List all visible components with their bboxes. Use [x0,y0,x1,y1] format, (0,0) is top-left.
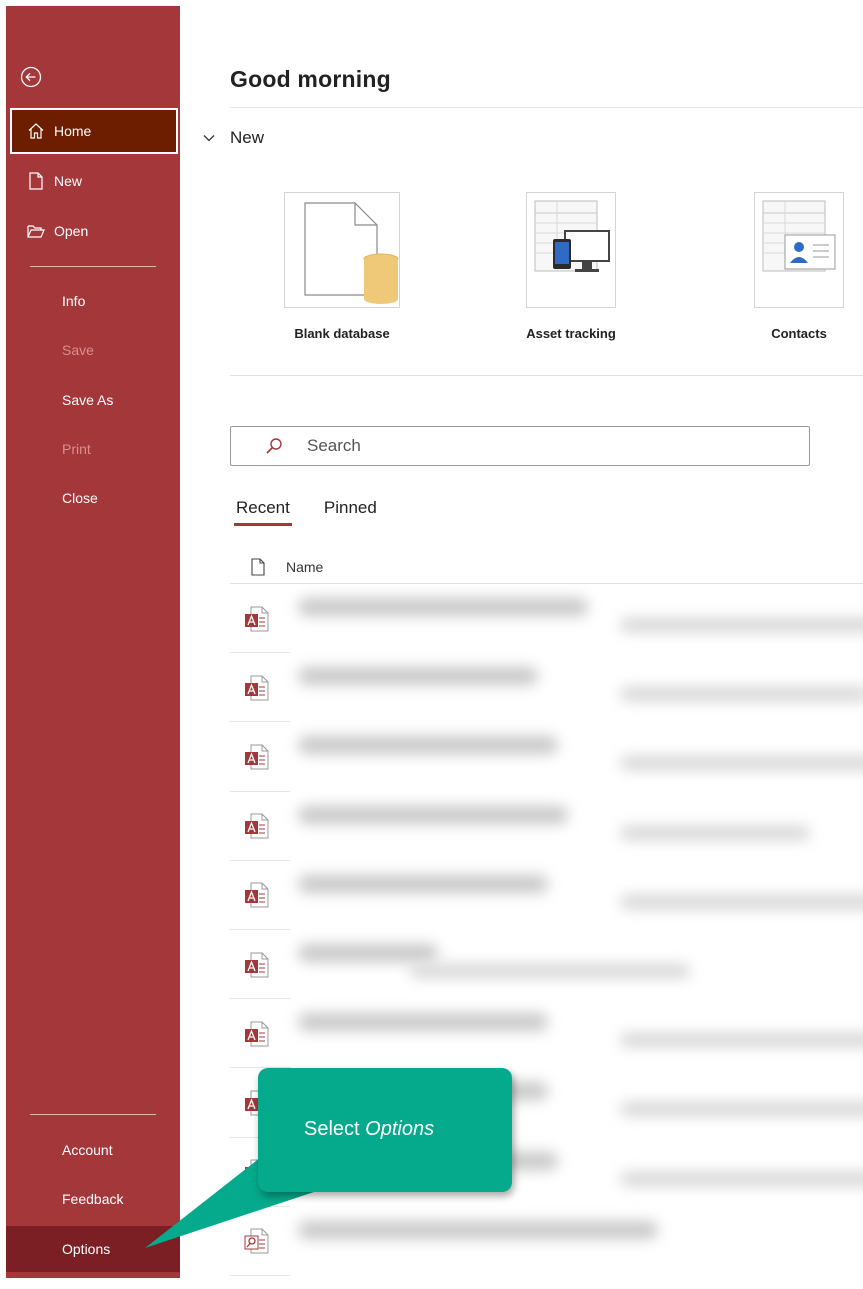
new-document-icon [26,171,46,191]
sidebar-item-home[interactable]: Home [10,108,178,154]
callout-emphasis: Options [365,1118,435,1140]
new-section-toggle[interactable]: New [202,128,264,148]
section-divider [230,375,863,376]
sidebar-item-label: Open [54,223,89,239]
backstage-sidebar: Home New Open Info Save Save As Print Cl… [6,6,180,1278]
access-file-icon [245,952,269,978]
sidebar-item-options[interactable]: Options [6,1226,180,1272]
sidebar-divider [30,266,156,267]
header-divider [230,107,863,108]
blurred-file-name [298,805,568,824]
sidebar-item-label: Account [62,1142,113,1158]
blurred-file-path [410,963,690,978]
access-file-icon [245,1021,269,1047]
list-item[interactable] [230,722,863,792]
list-item[interactable] [230,792,863,861]
access-file-icon [245,813,269,839]
blurred-file-path [620,687,863,702]
sidebar-item-label: Close [62,490,98,506]
sidebar-item-close[interactable]: Close [10,475,178,521]
blurred-file-name [298,1220,658,1239]
list-item[interactable] [230,930,863,1000]
contacts-icon [754,192,844,308]
search-input[interactable]: Search [230,426,810,466]
asset-tracking-icon [526,192,616,308]
sidebar-item-label: Home [54,123,92,139]
sidebar-item-label: Feedback [62,1191,124,1207]
list-item[interactable] [230,861,863,930]
access-file-icon [245,606,269,632]
blurred-file-path [620,756,863,771]
blank-database-icon [284,192,400,308]
access-addin-file-icon [244,1228,269,1254]
template-contacts[interactable]: Contacts [734,192,863,341]
blurred-file-path [620,1102,863,1117]
folder-open-icon [26,221,46,241]
file-list-header: Name [230,551,863,584]
page-title: Good morning [230,66,391,92]
file-list-tabs: Recent Pinned [234,498,377,526]
sidebar-item-save-as[interactable]: Save As [10,377,178,423]
instruction-callout: Select Options [258,1068,512,1192]
blurred-file-path [620,1171,863,1186]
template-label: Contacts [771,326,827,341]
sidebar-item-label: Options [62,1241,111,1257]
template-label: Asset tracking [526,326,616,341]
blurred-file-path [620,618,863,632]
sidebar-divider [30,1114,156,1115]
tab-pinned[interactable]: Pinned [324,498,377,526]
sidebar-item-print: Print [10,426,178,472]
sidebar-item-feedback[interactable]: Feedback [10,1176,178,1222]
blurred-file-name [298,874,548,893]
sidebar-item-open[interactable]: Open [10,208,178,254]
access-file-icon [245,882,269,908]
search-icon [266,438,282,454]
back-arrow-icon[interactable] [20,66,42,88]
row-divider [230,1274,290,1276]
chevron-down-icon [203,135,215,142]
sidebar-item-account[interactable]: Account [10,1127,178,1173]
home-icon [26,121,46,141]
access-file-icon [245,675,269,701]
sidebar-item-label: Info [62,293,86,309]
list-item[interactable] [230,653,863,723]
sidebar-item-info[interactable]: Info [10,278,178,324]
blurred-file-name [298,943,438,962]
blurred-file-name [298,598,588,616]
file-icon [251,558,265,576]
sidebar-item-label: Save [62,342,94,358]
access-file-icon [245,744,269,770]
sidebar-item-label: New [54,173,83,189]
sidebar-item-save: Save [10,327,178,373]
blurred-file-name [298,736,558,755]
template-blank-database[interactable]: Blank database [254,192,430,341]
template-asset-tracking[interactable]: Asset tracking [506,192,636,341]
list-item[interactable] [230,584,863,654]
sidebar-item-new[interactable]: New [10,158,178,204]
blurred-file-path [620,1033,863,1048]
list-item[interactable] [230,999,863,1069]
new-section-label: New [230,128,265,147]
sidebar-item-label: Print [62,441,91,457]
blurred-file-path [620,825,810,840]
list-item[interactable] [230,1207,863,1276]
callout-prefix: Select [304,1118,366,1140]
sidebar-item-label: Save As [62,392,114,408]
search-placeholder: Search [307,436,361,455]
blurred-file-name [298,667,538,686]
callout-text: Select Options [304,1118,434,1141]
column-header-name[interactable]: Name [286,559,323,575]
template-label: Blank database [294,326,390,341]
blurred-file-name [298,1013,548,1032]
tab-recent[interactable]: Recent [234,498,292,526]
blurred-file-path [620,894,863,909]
